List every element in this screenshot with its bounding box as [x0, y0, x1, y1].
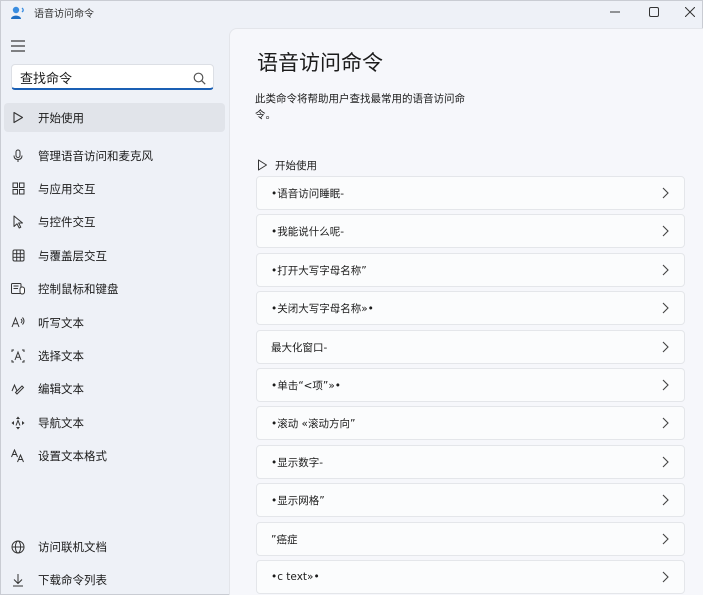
command-row[interactable]: •显示数字- [256, 445, 685, 479]
command-label: •关闭大写字母名称»• [271, 302, 374, 315]
sidebar-item-label: 控制鼠标和键盘 [38, 281, 119, 296]
globe-icon [11, 540, 25, 554]
page-description: 此类命令将帮助用户查找最常用的语音访问命令。 [255, 93, 465, 121]
minimize-icon [610, 11, 620, 13]
play-icon [11, 111, 25, 125]
command-row[interactable]: ”癌症 [256, 522, 685, 556]
sidebar-item-label: 编辑文本 [38, 381, 84, 396]
command-row[interactable]: •我能说什么呢- [256, 214, 685, 248]
app-window: 语音访问命令 查找命令 开始使用 管理语音访问和麦克风 与应用交互 与控件交互 … [0, 0, 703, 595]
sidebar-item-dictate-text[interactable]: 听写文本 [4, 308, 225, 337]
sidebar-item-label: 管理语音访问和麦克风 [38, 148, 153, 163]
sidebar-item-label: 访问联机文档 [38, 539, 107, 554]
command-row[interactable]: •显示网格” [256, 483, 685, 517]
command-label: •语音访问睡眠- [271, 187, 344, 200]
page-title: 语音访问命令 [257, 51, 383, 75]
chevron-right-icon [662, 302, 669, 314]
sidebar-item-mouse-keyboard[interactable]: 控制鼠标和键盘 [4, 274, 225, 303]
cursor-icon [11, 215, 25, 229]
sidebar-item-navigate-text[interactable]: 导航文本 [4, 408, 225, 437]
voice-access-app-icon [10, 5, 26, 21]
section-header[interactable]: 开始使用 [257, 156, 317, 175]
command-label: •滚动 «滚动方向” [271, 417, 356, 430]
search-icon[interactable] [193, 70, 206, 89]
apps-icon [11, 182, 25, 196]
sidebar-item-label: 选择文本 [38, 348, 84, 363]
command-label: •c text»• [271, 571, 320, 583]
chevron-right-icon [662, 533, 669, 545]
maximize-icon [649, 7, 659, 17]
command-row[interactable]: 最大化窗口- [256, 330, 685, 364]
command-label: •显示网格” [271, 494, 325, 507]
search-input[interactable] [20, 68, 180, 86]
command-label: ”癌症 [271, 533, 298, 546]
format-text-icon [11, 448, 25, 463]
sidebar-item-label: 开始使用 [38, 110, 84, 125]
window-title: 语音访问命令 [34, 9, 94, 20]
navigate-text-icon [11, 416, 25, 430]
sidebar-item-label: 听写文本 [38, 315, 84, 330]
title-bar: 语音访问命令 [1, 1, 702, 25]
chevron-right-icon [662, 571, 669, 583]
sidebar-item-online-docs[interactable]: 访问联机文档 [4, 532, 225, 561]
command-label: 最大化窗口- [271, 341, 328, 354]
chevron-right-icon [662, 456, 669, 468]
command-label: •单击“<项”»• [271, 379, 341, 392]
chevron-right-icon [662, 341, 669, 353]
chevron-right-icon [662, 225, 669, 237]
command-label: •打开大写字母名称” [271, 264, 367, 277]
command-row[interactable]: •打开大写字母名称” [256, 253, 685, 287]
download-icon [11, 573, 25, 587]
command-row[interactable]: •关闭大写字母名称»• [256, 291, 685, 325]
sidebar-item-format-text[interactable]: 设置文本格式 [4, 441, 225, 470]
sidebar-item-label: 与覆盖层交互 [38, 248, 107, 263]
minimize-button[interactable] [598, 1, 632, 23]
sidebar-item-get-started[interactable]: 开始使用 [4, 103, 225, 132]
command-row[interactable]: •语音访问睡眠- [256, 176, 685, 210]
main-content: 语音访问命令 此类命令将帮助用户查找最常用的语音访问命令。 开始使用 •语音访问… [229, 28, 703, 595]
sidebar-item-interact-apps[interactable]: 与应用交互 [4, 174, 225, 203]
maximize-button[interactable] [637, 1, 671, 23]
dictate-icon [11, 316, 25, 330]
sidebar-item-label: 与应用交互 [38, 181, 96, 196]
command-label: •显示数字- [271, 456, 323, 469]
sidebar-item-manage-voice-access[interactable]: 管理语音访问和麦克风 [4, 141, 225, 170]
chevron-right-icon [662, 379, 669, 391]
sidebar-item-edit-text[interactable]: 编辑文本 [4, 374, 225, 403]
command-row[interactable]: •单击“<项”»• [256, 368, 685, 402]
grid-icon [11, 249, 25, 263]
search-box[interactable] [11, 64, 214, 90]
edit-text-icon [11, 382, 25, 396]
section-label: 开始使用 [275, 160, 317, 172]
sidebar-item-label: 下载命令列表 [38, 572, 107, 587]
command-label: •我能说什么呢- [271, 225, 344, 238]
keyboard-mouse-icon [11, 282, 25, 296]
sidebar-item-interact-controls[interactable]: 与控件交互 [4, 207, 225, 236]
hamburger-menu-icon[interactable] [11, 37, 25, 52]
chevron-right-icon [662, 264, 669, 276]
sidebar-item-label: 与控件交互 [38, 214, 96, 229]
sidebar-item-label: 设置文本格式 [38, 448, 107, 463]
sidebar-item-interact-overlays[interactable]: 与覆盖层交互 [4, 241, 225, 270]
close-button[interactable] [673, 1, 703, 23]
sidebar-item-select-text[interactable]: 选择文本 [4, 341, 225, 370]
command-row[interactable]: •c text»• [256, 560, 685, 594]
sidebar-item-download-commands[interactable]: 下载命令列表 [4, 565, 225, 594]
chevron-right-icon [662, 494, 669, 506]
microphone-icon [11, 149, 25, 163]
play-icon [257, 156, 268, 175]
chevron-right-icon [662, 417, 669, 429]
sidebar-item-label: 导航文本 [38, 415, 84, 430]
select-text-icon [11, 349, 25, 363]
chevron-right-icon [662, 187, 669, 199]
sidebar: 开始使用 管理语音访问和麦克风 与应用交互 与控件交互 与覆盖层交互 [1, 25, 229, 595]
close-icon [685, 7, 695, 17]
command-row[interactable]: •滚动 «滚动方向” [256, 406, 685, 440]
